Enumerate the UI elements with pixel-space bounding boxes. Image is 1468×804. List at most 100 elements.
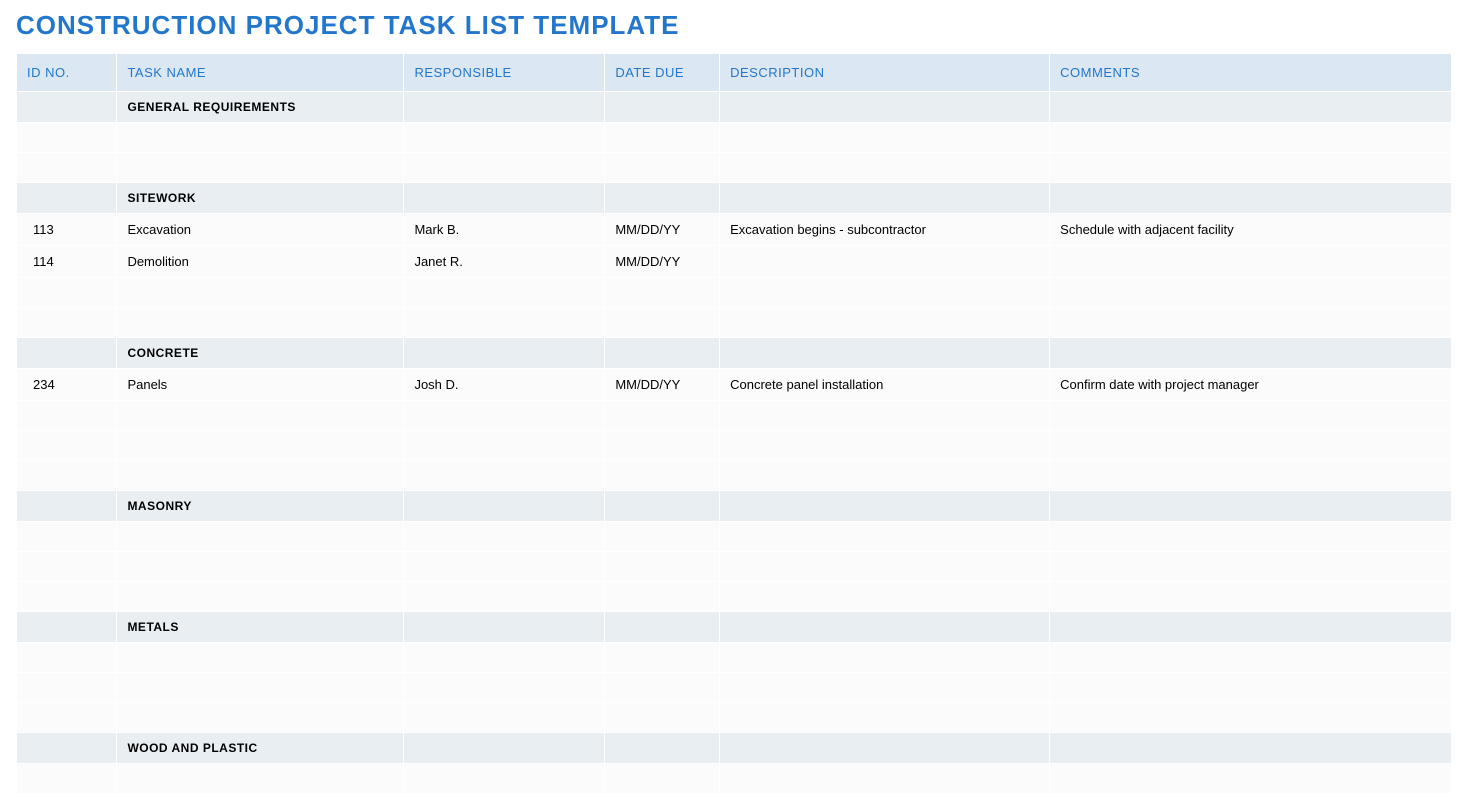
cell-id[interactable]	[17, 733, 117, 764]
cell-due[interactable]	[605, 673, 720, 703]
cell-responsible[interactable]	[404, 552, 605, 582]
cell-task[interactable]	[117, 308, 404, 338]
cell-task[interactable]	[117, 401, 404, 431]
cell-description[interactable]	[720, 461, 1050, 491]
cell-id[interactable]	[17, 764, 117, 794]
cell-description[interactable]	[720, 673, 1050, 703]
cell-responsible[interactable]	[404, 92, 605, 123]
cell-due[interactable]	[605, 552, 720, 582]
cell-comments[interactable]	[1050, 703, 1452, 733]
cell-description[interactable]	[720, 183, 1050, 214]
cell-comments[interactable]	[1050, 92, 1452, 123]
cell-task[interactable]	[117, 643, 404, 673]
cell-id[interactable]	[17, 643, 117, 673]
cell-due[interactable]: MM/DD/YY	[605, 246, 720, 278]
cell-responsible[interactable]	[404, 673, 605, 703]
cell-comments[interactable]	[1050, 461, 1452, 491]
cell-due[interactable]	[605, 582, 720, 612]
cell-responsible[interactable]	[404, 183, 605, 214]
cell-comments[interactable]	[1050, 123, 1452, 153]
cell-id[interactable]: 234	[17, 369, 117, 401]
cell-comments[interactable]	[1050, 612, 1452, 643]
cell-responsible[interactable]	[404, 308, 605, 338]
cell-comments[interactable]	[1050, 401, 1452, 431]
cell-id[interactable]	[17, 461, 117, 491]
cell-due[interactable]	[605, 183, 720, 214]
cell-due[interactable]	[605, 431, 720, 461]
cell-responsible[interactable]	[404, 582, 605, 612]
cell-task[interactable]: GENERAL REQUIREMENTS	[117, 92, 404, 123]
cell-due[interactable]	[605, 643, 720, 673]
cell-due[interactable]	[605, 522, 720, 552]
cell-comments[interactable]	[1050, 643, 1452, 673]
cell-description[interactable]	[720, 246, 1050, 278]
cell-comments[interactable]	[1050, 308, 1452, 338]
cell-due[interactable]	[605, 612, 720, 643]
cell-responsible[interactable]: Janet R.	[404, 246, 605, 278]
cell-due[interactable]	[605, 338, 720, 369]
cell-description[interactable]	[720, 764, 1050, 794]
cell-id[interactable]	[17, 431, 117, 461]
cell-task[interactable]: CONCRETE	[117, 338, 404, 369]
cell-comments[interactable]: Confirm date with project manager	[1050, 369, 1452, 401]
cell-task[interactable]	[117, 153, 404, 183]
cell-id[interactable]	[17, 582, 117, 612]
cell-responsible[interactable]	[404, 764, 605, 794]
cell-responsible[interactable]	[404, 153, 605, 183]
cell-responsible[interactable]	[404, 123, 605, 153]
cell-description[interactable]	[720, 552, 1050, 582]
cell-due[interactable]	[605, 123, 720, 153]
cell-responsible[interactable]: Josh D.	[404, 369, 605, 401]
cell-comments[interactable]	[1050, 183, 1452, 214]
cell-responsible[interactable]	[404, 522, 605, 552]
cell-description[interactable]	[720, 733, 1050, 764]
cell-due[interactable]	[605, 461, 720, 491]
cell-due[interactable]	[605, 401, 720, 431]
cell-task[interactable]	[117, 431, 404, 461]
cell-task[interactable]: WOOD AND PLASTIC	[117, 733, 404, 764]
cell-due[interactable]	[605, 703, 720, 733]
cell-id[interactable]	[17, 552, 117, 582]
cell-id[interactable]	[17, 338, 117, 369]
cell-description[interactable]	[720, 491, 1050, 522]
cell-due[interactable]	[605, 308, 720, 338]
cell-id[interactable]	[17, 522, 117, 552]
cell-task[interactable]: Panels	[117, 369, 404, 401]
cell-responsible[interactable]: Mark B.	[404, 214, 605, 246]
cell-due[interactable]	[605, 733, 720, 764]
cell-id[interactable]: 113	[17, 214, 117, 246]
cell-task[interactable]	[117, 673, 404, 703]
cell-description[interactable]: Concrete panel installation	[720, 369, 1050, 401]
cell-due[interactable]: MM/DD/YY	[605, 369, 720, 401]
cell-description[interactable]	[720, 582, 1050, 612]
cell-task[interactable]	[117, 703, 404, 733]
cell-responsible[interactable]	[404, 703, 605, 733]
cell-comments[interactable]	[1050, 491, 1452, 522]
cell-due[interactable]	[605, 92, 720, 123]
cell-comments[interactable]	[1050, 522, 1452, 552]
cell-id[interactable]	[17, 123, 117, 153]
cell-responsible[interactable]	[404, 401, 605, 431]
cell-responsible[interactable]	[404, 461, 605, 491]
cell-description[interactable]: Excavation begins - subcontractor	[720, 214, 1050, 246]
cell-description[interactable]	[720, 431, 1050, 461]
cell-comments[interactable]	[1050, 246, 1452, 278]
cell-id[interactable]	[17, 703, 117, 733]
cell-responsible[interactable]	[404, 612, 605, 643]
cell-description[interactable]	[720, 153, 1050, 183]
cell-comments[interactable]: Schedule with adjacent facility	[1050, 214, 1452, 246]
cell-task[interactable]: Excavation	[117, 214, 404, 246]
cell-id[interactable]	[17, 92, 117, 123]
cell-responsible[interactable]	[404, 733, 605, 764]
cell-id[interactable]	[17, 153, 117, 183]
cell-id[interactable]	[17, 183, 117, 214]
cell-due[interactable]	[605, 153, 720, 183]
cell-comments[interactable]	[1050, 338, 1452, 369]
cell-description[interactable]	[720, 308, 1050, 338]
cell-task[interactable]	[117, 764, 404, 794]
cell-description[interactable]	[720, 612, 1050, 643]
cell-description[interactable]	[720, 123, 1050, 153]
cell-description[interactable]	[720, 278, 1050, 308]
cell-task[interactable]: SITEWORK	[117, 183, 404, 214]
cell-comments[interactable]	[1050, 431, 1452, 461]
